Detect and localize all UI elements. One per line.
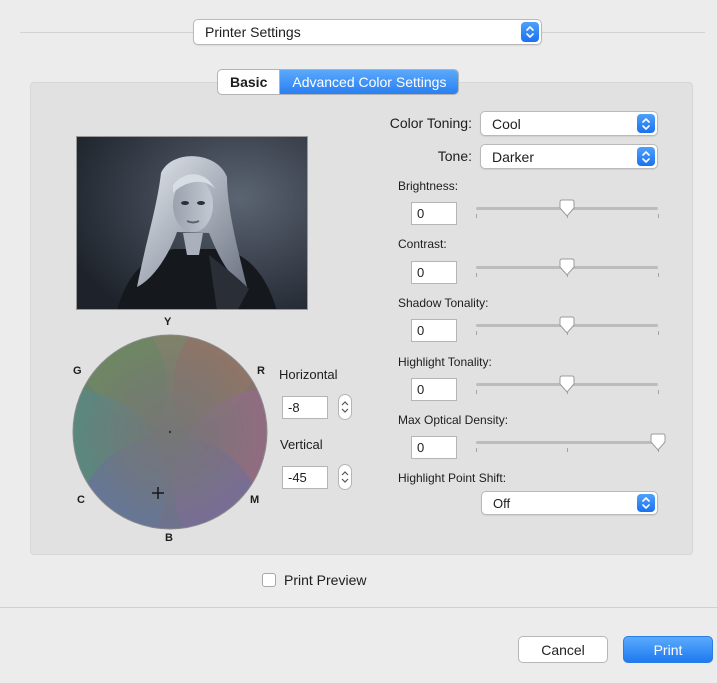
brightness-slider[interactable]	[476, 199, 659, 219]
slider-tick	[476, 448, 477, 452]
highlight-point-shift-popup[interactable]: Off	[481, 491, 658, 515]
color-toning-popup[interactable]: Cool	[480, 111, 658, 136]
shadow-tonality-label: Shadow Tonality:	[398, 296, 489, 310]
shadow-tonality-field[interactable]: 0	[411, 319, 457, 342]
slider-knob[interactable]	[557, 375, 577, 395]
horizontal-field[interactable]: -8	[282, 396, 328, 419]
wheel-label-yellow: Y	[164, 316, 172, 328]
highlight-tonality-field[interactable]: 0	[411, 378, 457, 401]
contrast-field[interactable]: 0	[411, 261, 457, 284]
stepper-arrows-icon	[341, 401, 349, 413]
color-toning-value: Cool	[492, 115, 521, 132]
tab-advanced-color-settings[interactable]: Advanced Color Settings	[280, 70, 459, 94]
tone-popup[interactable]: Darker	[480, 144, 658, 169]
slider-tick	[476, 390, 477, 394]
highlight-tonality-label: Highlight Tonality:	[398, 355, 492, 369]
slider-tick	[658, 331, 659, 335]
print-button[interactable]: Print	[623, 636, 713, 663]
tab-basic[interactable]: Basic	[218, 70, 281, 94]
print-preview-checkbox[interactable]	[262, 573, 276, 587]
horizontal-label: Horizontal	[279, 367, 338, 382]
slider-tick	[658, 390, 659, 394]
max-optical-density-label: Max Optical Density:	[398, 413, 509, 427]
slider-knob[interactable]	[557, 316, 577, 336]
brightness-label: Brightness:	[398, 179, 459, 193]
slider-tick	[658, 214, 659, 218]
vertical-field[interactable]: -45	[282, 466, 328, 489]
slider-tick	[476, 214, 477, 218]
slider-tick	[567, 448, 568, 452]
popup-arrows-icon	[637, 114, 655, 133]
wheel-label-blue: B	[165, 532, 173, 544]
slider-knob[interactable]	[648, 433, 668, 453]
popup-arrows-icon	[637, 494, 655, 512]
highlight-point-shift-value: Off	[493, 495, 511, 511]
tone-label: Tone:	[437, 148, 472, 164]
max-optical-density-field[interactable]: 0	[411, 436, 457, 459]
cancel-button[interactable]: Cancel	[518, 636, 608, 663]
slider-tick	[658, 273, 659, 277]
horizontal-stepper[interactable]	[338, 394, 352, 420]
max-optical-density-slider[interactable]	[476, 433, 666, 453]
preset-popup[interactable]: Printer Settings	[193, 19, 542, 45]
slider-knob[interactable]	[557, 258, 577, 278]
popup-arrows-icon	[521, 22, 539, 42]
vertical-stepper[interactable]	[338, 464, 352, 490]
shadow-tonality-slider[interactable]	[476, 316, 659, 336]
tab-bar: Basic Advanced Color Settings	[217, 69, 460, 95]
slider-tick	[476, 273, 477, 277]
color-toning-label: Color Toning:	[389, 115, 472, 131]
brightness-field[interactable]: 0	[411, 202, 457, 225]
slider-tick	[476, 331, 477, 335]
highlight-tonality-slider[interactable]	[476, 375, 659, 395]
preset-popup-label: Printer Settings	[205, 24, 301, 40]
slider-track	[476, 441, 658, 444]
popup-arrows-icon	[637, 147, 655, 166]
footer-separator	[0, 607, 717, 608]
preview-photo	[76, 136, 308, 310]
stepper-arrows-icon	[341, 471, 349, 483]
print-preview-label: Print Preview	[284, 572, 367, 588]
tone-value: Darker	[492, 148, 535, 165]
contrast-slider[interactable]	[476, 258, 659, 278]
vertical-label: Vertical	[280, 437, 323, 452]
color-wheel[interactable]	[72, 334, 268, 530]
contrast-label: Contrast:	[398, 237, 447, 251]
highlight-point-shift-label: Highlight Point Shift:	[398, 471, 507, 485]
slider-knob[interactable]	[557, 199, 577, 219]
